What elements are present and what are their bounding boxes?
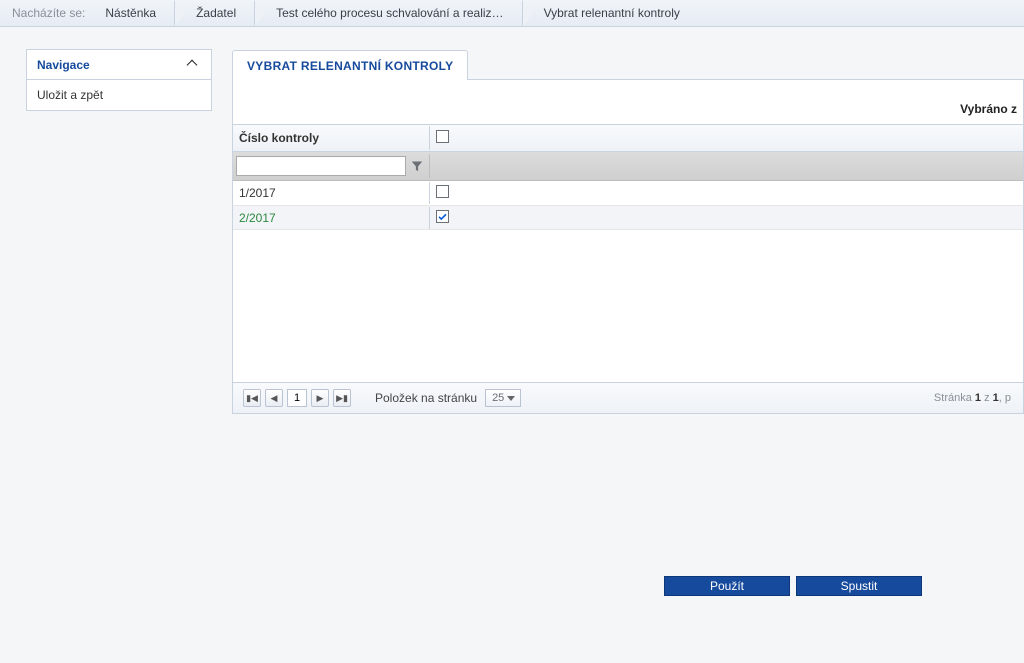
filter-icon[interactable] bbox=[408, 156, 426, 176]
grid: Číslo kontroly bbox=[233, 124, 1023, 230]
row-checkbox[interactable] bbox=[436, 185, 449, 198]
action-bar: Použít Spustit bbox=[562, 554, 1024, 596]
pager-info-mid: z bbox=[981, 392, 993, 404]
grid-header-cislo[interactable]: Číslo kontroly bbox=[233, 126, 430, 150]
tab-vybrat-kontroly[interactable]: VYBRAT RELENANTNÍ KONTROLY bbox=[232, 50, 468, 80]
breadcrumb-item-zadatel[interactable]: Žadatel bbox=[174, 0, 254, 27]
nav-item-save-back[interactable]: Uložit a zpět bbox=[27, 80, 211, 110]
pager-page-size-value: 25 bbox=[492, 392, 504, 404]
pager-prev-button[interactable]: ◀ bbox=[265, 389, 283, 407]
pager: ▮◀ ◀ ▶ ▶▮ Položek na stránku 25 Stránka … bbox=[233, 382, 1023, 413]
grid-header-select bbox=[430, 125, 1023, 151]
filter-cell-select bbox=[430, 154, 1023, 178]
grid-body: 1/2017 2/2017 bbox=[233, 181, 1023, 230]
pager-page-input[interactable] bbox=[287, 389, 307, 407]
tabs: VYBRAT RELENANTNÍ KONTROLY bbox=[232, 49, 1024, 80]
breadcrumb: Nacházíte se: Nástěnka Žadatel Test celé… bbox=[0, 0, 1024, 27]
cell-cislo: 2/2017 bbox=[233, 207, 430, 229]
pager-items-label: Položek na stránku bbox=[375, 391, 477, 405]
main-content: VYBRAT RELENANTNÍ KONTROLY Vybráno z Čís… bbox=[232, 49, 1024, 596]
nav-panel-header[interactable]: Navigace bbox=[27, 50, 211, 80]
filter-input-cislo[interactable] bbox=[236, 156, 406, 176]
select-all-checkbox[interactable] bbox=[436, 130, 449, 143]
breadcrumb-label: Nacházíte se: bbox=[4, 6, 95, 20]
table-row[interactable]: 2/2017 bbox=[233, 206, 1023, 230]
row-checkbox[interactable] bbox=[436, 210, 449, 223]
sidebar: Navigace Uložit a zpět bbox=[26, 49, 212, 596]
breadcrumb-item-current: Vybrat relenantní kontroly bbox=[522, 0, 698, 27]
pager-info-prefix: Stránka bbox=[934, 392, 975, 404]
pager-next-button[interactable]: ▶ bbox=[311, 389, 329, 407]
apply-button[interactable]: Použít bbox=[664, 576, 790, 596]
pager-first-button[interactable]: ▮◀ bbox=[243, 389, 261, 407]
grid-filter-row bbox=[233, 152, 1023, 181]
pager-info-suffix: , p bbox=[999, 392, 1011, 404]
cell-cislo: 1/2017 bbox=[233, 182, 430, 204]
pager-last-button[interactable]: ▶▮ bbox=[333, 389, 351, 407]
pager-info: Stránka 1 z 1, p bbox=[934, 392, 1011, 404]
nav-panel-title: Navigace bbox=[37, 58, 90, 72]
table-row[interactable]: 1/2017 bbox=[233, 181, 1023, 206]
chevron-up-icon bbox=[187, 59, 198, 70]
breadcrumb-item-proces[interactable]: Test celého procesu schvalování a realiz… bbox=[254, 0, 521, 27]
selected-count-label: Vybráno z bbox=[233, 98, 1023, 124]
pager-page-size-select[interactable]: 25 bbox=[485, 389, 521, 407]
grid-header-row: Číslo kontroly bbox=[233, 125, 1023, 152]
nav-panel: Navigace Uložit a zpět bbox=[26, 49, 212, 111]
run-button[interactable]: Spustit bbox=[796, 576, 922, 596]
section-body: Vybráno z Číslo kontroly bbox=[232, 80, 1024, 414]
breadcrumb-item-nastenka[interactable]: Nástěnka bbox=[95, 0, 174, 27]
